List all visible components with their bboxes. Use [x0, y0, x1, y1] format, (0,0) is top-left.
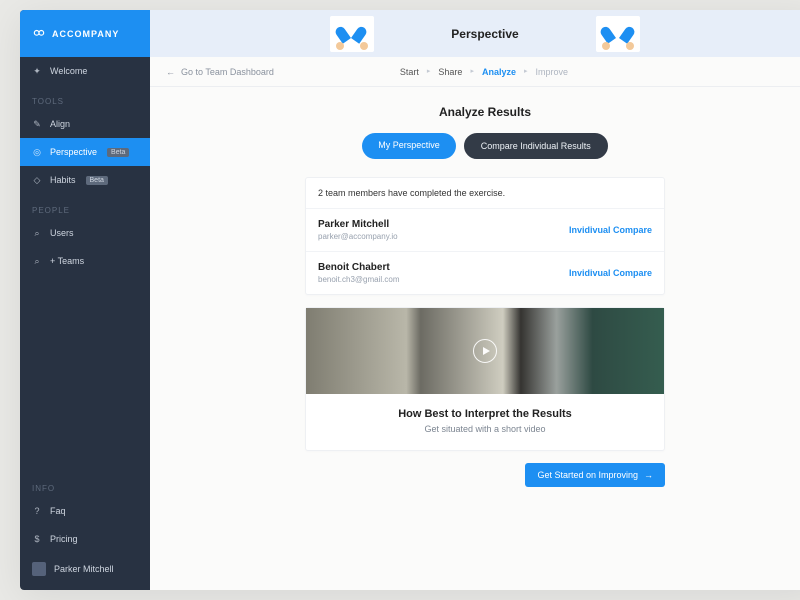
tab-my-perspective[interactable]: My Perspective [362, 133, 456, 159]
completion-note: 2 team members have completed the exerci… [306, 178, 664, 208]
nav-faq-label: Faq [50, 506, 66, 516]
video-subtitle: Get situated with a short video [318, 424, 652, 434]
member-email: parker@accompany.io [318, 232, 398, 241]
step-start[interactable]: Start [400, 67, 419, 77]
play-icon [473, 339, 497, 363]
video-card: How Best to Interpret the Results Get si… [305, 307, 665, 451]
back-link-label: Go to Team Dashboard [181, 67, 274, 77]
step-tracker: Start ▸ Share ▸ Analyze ▸ Improve [274, 67, 694, 77]
beta-badge: Beta [86, 176, 108, 185]
logo-icon [32, 27, 46, 41]
member-name: Parker Mitchell [318, 219, 398, 230]
main: Perspective ← Go to Team Dashboard Start… [150, 10, 800, 590]
member-name: Benoit Chabert [318, 262, 400, 273]
nav-current-user[interactable]: Parker Mitchell [20, 553, 150, 590]
individual-compare-link[interactable]: Invidivual Compare [569, 225, 652, 235]
member-email: benoit.ch3@gmail.com [318, 275, 400, 284]
hero-illustration-left [330, 16, 374, 52]
back-link[interactable]: ← Go to Team Dashboard [166, 67, 274, 77]
chevron-right-icon: ▸ [524, 67, 528, 77]
nav-perspective[interactable]: ◎ Perspective Beta [20, 138, 150, 166]
cta-label: Get Started on Improving [537, 470, 638, 480]
nav-pricing[interactable]: $ Pricing [20, 525, 150, 553]
nav-align[interactable]: ✎ Align [20, 110, 150, 138]
nav-habits[interactable]: ◇ Habits Beta [20, 166, 150, 194]
chevron-right-icon: ▸ [470, 67, 474, 77]
users-icon: ⌕ [32, 228, 42, 238]
bulb-icon: ◇ [32, 175, 42, 185]
beta-badge: Beta [107, 148, 129, 157]
nav-teams-label: + Teams [50, 256, 84, 266]
individual-compare-link[interactable]: Invidivual Compare [569, 268, 652, 278]
nav-perspective-label: Perspective [50, 147, 97, 157]
arrow-right-icon: → [644, 470, 653, 480]
nav-teams[interactable]: ⌕ + Teams [20, 247, 150, 275]
pricing-icon: $ [32, 534, 42, 544]
nav-align-label: Align [50, 119, 70, 129]
chevron-right-icon: ▸ [427, 67, 431, 77]
pen-icon: ✎ [32, 119, 42, 129]
tab-compare-individual[interactable]: Compare Individual Results [464, 133, 608, 159]
eye-icon: ◎ [32, 147, 42, 157]
step-analyze[interactable]: Analyze [482, 67, 516, 77]
nav-section-tools: TOOLS [20, 85, 150, 110]
sidebar: ACCOMPANY ✦ Welcome TOOLS ✎ Align ◎ Pers… [20, 10, 150, 590]
nav-users-label: Users [50, 228, 74, 238]
page-title: Perspective [451, 27, 518, 41]
nav-welcome[interactable]: ✦ Welcome [20, 57, 150, 85]
step-improve[interactable]: Improve [535, 67, 568, 77]
hero-illustration-right [596, 16, 640, 52]
avatar [32, 562, 46, 576]
video-title: How Best to Interpret the Results [318, 408, 652, 420]
arrow-left-icon: ← [166, 67, 175, 77]
welcome-icon: ✦ [32, 66, 42, 76]
nav-habits-label: Habits [50, 175, 76, 185]
nav-section-info: INFO [20, 472, 150, 497]
perspective-tabs: My Perspective Compare Individual Result… [174, 133, 796, 159]
nav-faq[interactable]: ? Faq [20, 497, 150, 525]
nav-pricing-label: Pricing [50, 534, 78, 544]
nav-welcome-label: Welcome [50, 66, 87, 76]
member-row: Benoit Chabert benoit.ch3@gmail.com Invi… [306, 251, 664, 294]
content: Analyze Results My Perspective Compare I… [150, 87, 800, 590]
brand-name: ACCOMPANY [52, 29, 119, 39]
nav-section-people: PEOPLE [20, 194, 150, 219]
get-started-improving-button[interactable]: Get Started on Improving → [525, 463, 665, 487]
video-thumbnail[interactable] [306, 308, 664, 394]
current-user-name: Parker Mitchell [54, 564, 114, 574]
completion-card: 2 team members have completed the exerci… [305, 177, 665, 295]
subnav: ← Go to Team Dashboard Start ▸ Share ▸ A… [150, 57, 800, 87]
brand-logo[interactable]: ACCOMPANY [20, 10, 150, 57]
help-icon: ? [32, 506, 42, 516]
hero-banner: Perspective [150, 10, 800, 57]
member-row: Parker Mitchell parker@accompany.io Invi… [306, 208, 664, 251]
step-share[interactable]: Share [438, 67, 462, 77]
teams-icon: ⌕ [32, 256, 42, 266]
section-title: Analyze Results [174, 105, 796, 119]
nav-users[interactable]: ⌕ Users [20, 219, 150, 247]
